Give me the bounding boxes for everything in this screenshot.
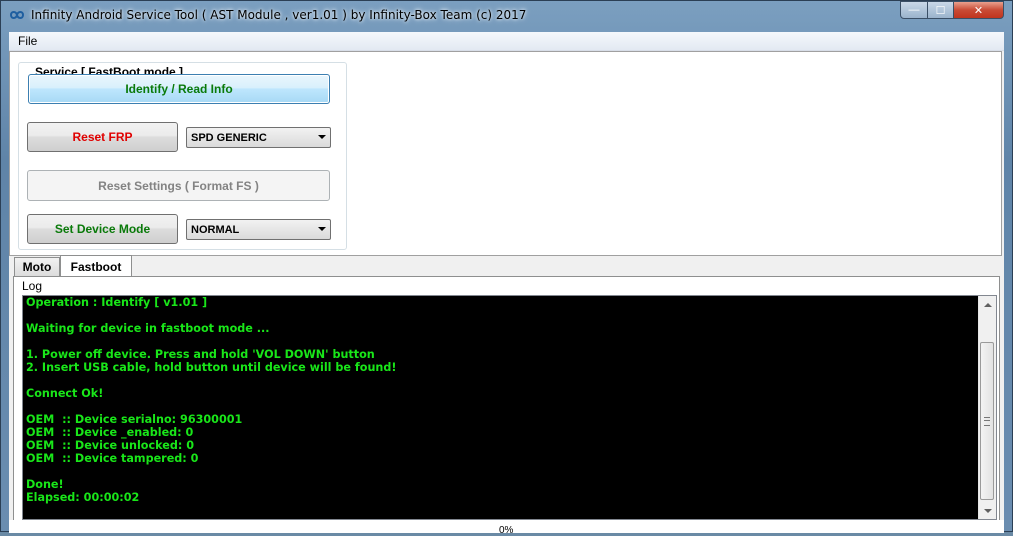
- identify-button-label: Identify / Read Info: [125, 82, 233, 96]
- reset-settings-label: Reset Settings ( Format FS ): [98, 178, 259, 193]
- device-mode-value: NORMAL: [191, 223, 240, 236]
- tab-moto[interactable]: Moto: [14, 257, 60, 276]
- title-bar[interactable]: Infinity Android Service Tool ( AST Modu…: [1, 1, 1012, 29]
- reset-frp-button[interactable]: Reset FRP: [27, 122, 178, 152]
- log-line: OEM :: Device serialno: 96300001: [26, 413, 243, 426]
- tab-strip: Moto Fastboot: [13, 255, 1004, 278]
- fastboot-tab-panel: Log Operation : Identify [ v1.01 ] Waitin…: [13, 276, 1000, 533]
- log-line: OEM :: Device tampered: 0: [26, 452, 199, 465]
- scroll-down-button[interactable]: [979, 502, 996, 519]
- log-output[interactable]: Operation : Identify [ v1.01 ] Waiting fo…: [22, 295, 997, 520]
- log-lines: Operation : Identify [ v1.01 ] Waiting fo…: [26, 296, 396, 504]
- client-area: File Service [ FastBoot mode ] Identify …: [9, 32, 1004, 536]
- scroll-thumb[interactable]: [980, 342, 994, 500]
- service-panel: Service [ FastBoot mode ] Identify / Rea…: [9, 51, 1002, 256]
- log-line: 1. Power off device. Press and hold 'VOL…: [26, 348, 375, 361]
- frp-method-select[interactable]: SPD GENERIC: [186, 127, 331, 148]
- set-device-mode-label: Set Device Mode: [54, 222, 151, 236]
- log-line: OEM :: Device _enabled: 0: [26, 426, 194, 439]
- minimize-button[interactable]: —: [900, 1, 928, 19]
- log-line: Operation : Identify [ v1.01 ]: [26, 296, 208, 309]
- arrow-up-icon: [983, 302, 992, 307]
- menu-file[interactable]: File: [18, 34, 37, 48]
- close-icon: ✕: [973, 4, 984, 17]
- window-title: Infinity Android Service Tool ( AST Modu…: [31, 8, 527, 22]
- maximize-button[interactable]: ☐: [927, 1, 954, 19]
- tab-fastboot-label: Fastboot: [70, 260, 122, 274]
- scroll-up-button[interactable]: [979, 296, 996, 313]
- service-groupbox: Service [ FastBoot mode ] Identify / Rea…: [18, 62, 347, 250]
- identify-button[interactable]: Identify / Read Info: [28, 74, 330, 104]
- reset-frp-label: Reset FRP: [72, 130, 133, 144]
- log-line: 2. Insert USB cable, hold button until d…: [26, 361, 397, 374]
- log-line: OEM :: Device unlocked: 0: [26, 439, 195, 452]
- chevron-down-icon: [318, 227, 326, 231]
- log-line: Done!: [26, 478, 64, 491]
- close-button[interactable]: ✕: [953, 1, 1004, 19]
- device-mode-select[interactable]: NORMAL: [186, 219, 331, 240]
- maximize-icon: ☐: [935, 4, 946, 17]
- frp-method-value: SPD GENERIC: [191, 131, 267, 144]
- status-bar: 0%: [9, 520, 1004, 536]
- progress-percent: 0%: [499, 525, 514, 536]
- tab-fastboot[interactable]: Fastboot: [60, 255, 132, 278]
- set-device-mode-button[interactable]: Set Device Mode: [27, 214, 178, 244]
- arrow-down-icon: [983, 508, 992, 513]
- chevron-down-icon: [318, 135, 326, 139]
- log-label: Log: [22, 279, 43, 293]
- app-window: Infinity Android Service Tool ( AST Modu…: [0, 0, 1013, 536]
- grip-icon: [984, 417, 990, 426]
- log-scrollbar[interactable]: [978, 296, 996, 519]
- log-line: Elapsed: 00:00:02: [26, 491, 140, 504]
- minimize-icon: —: [908, 4, 920, 16]
- log-line: Connect Ok!: [26, 387, 104, 400]
- reset-settings-button[interactable]: Reset Settings ( Format FS ): [27, 170, 330, 201]
- menu-bar: File: [9, 32, 1004, 51]
- tab-moto-label: Moto: [22, 260, 52, 274]
- log-line: Waiting for device in fastboot mode ...: [26, 322, 270, 335]
- infinity-icon: [9, 11, 25, 19]
